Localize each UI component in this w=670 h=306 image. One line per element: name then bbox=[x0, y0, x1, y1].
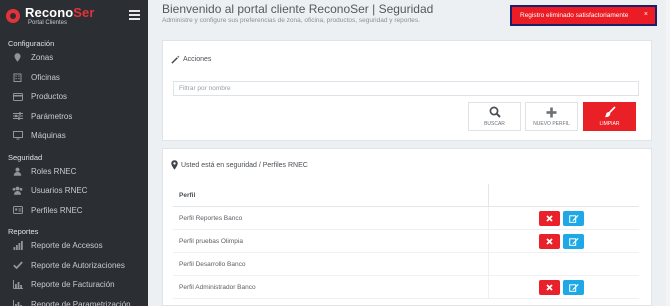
sidebar-item-label: Usuarios RNEC bbox=[31, 186, 88, 196]
profile-name: Perfil pruebas Olimpia bbox=[179, 237, 243, 245]
main-content: Bienvenido al portal cliente ReconoSer |… bbox=[148, 0, 670, 306]
filter-by-name-input[interactable]: Filtrar por nombre bbox=[173, 81, 639, 96]
reconoser-logo-icon bbox=[6, 9, 20, 23]
signal-icon bbox=[12, 241, 23, 251]
profiles-card-header: Usted está en seguridad / Perfiles RNEC bbox=[171, 160, 308, 170]
sidebar-item-label: Roles RNEC bbox=[31, 166, 77, 176]
building-icon bbox=[12, 73, 23, 82]
profile-name: Perfil Administrador Banco bbox=[179, 283, 256, 291]
table-header: Perfil bbox=[173, 184, 639, 207]
sidebar: ReconoSer Portal Clientes Configuración Z… bbox=[0, 0, 148, 306]
plus-icon bbox=[546, 106, 557, 118]
delete-button[interactable] bbox=[539, 234, 560, 249]
edit-icon bbox=[568, 238, 579, 246]
sidebar-item-label: Máquinas bbox=[31, 131, 66, 141]
table-row: Perfil Reportes Banco bbox=[173, 207, 639, 230]
sidebar-item-label: Zonas bbox=[31, 53, 54, 63]
sidebar-item[interactable]: Zonas bbox=[0, 48, 148, 68]
search-icon bbox=[489, 106, 501, 118]
sidebar-section-header: Reportes bbox=[8, 227, 39, 236]
sidebar-item[interactable]: Roles RNEC bbox=[0, 162, 148, 182]
delete-button[interactable] bbox=[539, 211, 560, 226]
edit-button[interactable] bbox=[563, 234, 584, 249]
sidebar-item-label: Reporte de Autorizaciones bbox=[31, 260, 125, 270]
sidebar-item[interactable]: Parámetros bbox=[0, 107, 148, 127]
sidebar-item[interactable]: Reporte de Accesos bbox=[0, 236, 148, 256]
sidebar-item-label: Perfiles RNEC bbox=[31, 205, 83, 215]
monitor-icon bbox=[12, 131, 23, 140]
brush-icon bbox=[604, 106, 616, 118]
clear-button-label: LIMPIAR bbox=[599, 121, 620, 127]
actions-card-header: Acciones bbox=[171, 55, 211, 64]
sidebar-item[interactable]: Reporte de Facturación bbox=[0, 275, 148, 295]
menu-toggle-icon[interactable] bbox=[129, 10, 140, 20]
search-button[interactable]: BUSCAR bbox=[468, 102, 521, 131]
brand-name: ReconoSer bbox=[25, 5, 95, 20]
brand-subtitle: Portal Clientes bbox=[28, 20, 68, 26]
sidebar-item[interactable]: Máquinas bbox=[0, 126, 148, 146]
success-toast: Registro eliminado satisfactoriamente × bbox=[510, 5, 657, 26]
sidebar-section-header: Configuración bbox=[8, 39, 55, 48]
users-icon bbox=[12, 186, 23, 196]
clear-button[interactable]: LIMPIAR bbox=[583, 102, 636, 131]
table-row: Perfil Administrador Banco bbox=[173, 276, 639, 299]
edit-icon bbox=[568, 215, 579, 223]
edit-button[interactable] bbox=[563, 280, 584, 295]
user-icon bbox=[12, 167, 23, 176]
sidebar-item-label: Productos bbox=[31, 92, 68, 102]
card-icon bbox=[12, 92, 23, 101]
close-icon bbox=[546, 238, 553, 245]
sliders-icon bbox=[12, 112, 23, 120]
page-title: Bienvenido al portal cliente ReconoSer |… bbox=[162, 2, 434, 16]
map-marker-icon bbox=[171, 160, 178, 170]
check-icon bbox=[12, 261, 23, 270]
profile-name: Perfil Reportes Banco bbox=[179, 214, 243, 222]
sidebar-nav: Configuración Zonas Oficinas Productos Parám… bbox=[0, 34, 148, 306]
close-icon bbox=[546, 215, 553, 222]
toast-message: Registro eliminado satisfactoriamente bbox=[520, 12, 629, 19]
id-card-icon bbox=[12, 206, 23, 215]
column-header-profile: Perfil bbox=[179, 191, 196, 199]
profiles-card: Usted está en seguridad / Perfiles RNEC … bbox=[162, 148, 652, 306]
delete-button[interactable] bbox=[539, 280, 560, 295]
sidebar-item[interactable]: Perfiles RNEC bbox=[0, 201, 148, 221]
new-profile-button-label: NUEVO PERFIL bbox=[533, 121, 570, 127]
bar-chart-icon bbox=[12, 299, 23, 306]
actions-card: Acciones Filtrar por nombre BUSCAR NUEVO… bbox=[162, 40, 652, 141]
sidebar-section-header: Seguridad bbox=[8, 152, 43, 162]
breadcrumb: Usted está en seguridad / Perfiles RNEC bbox=[181, 161, 308, 169]
sidebar-item-label: Reporte de Accesos bbox=[31, 241, 103, 251]
brand: ReconoSer Portal Clientes bbox=[0, 0, 148, 32]
search-button-label: BUSCAR bbox=[484, 121, 505, 127]
map-pin-icon bbox=[12, 53, 23, 62]
sidebar-item[interactable]: Usuarios RNEC bbox=[0, 181, 148, 201]
profile-name: Perfil Desarrollo Banco bbox=[179, 260, 246, 268]
scrollbar[interactable] bbox=[666, 0, 670, 306]
sidebar-item-label: Oficinas bbox=[31, 72, 60, 82]
profiles-table: Perfil Perfil Reportes Banco Perfil prueb… bbox=[173, 184, 639, 299]
page-subtitle: Administre y configure sus preferencias … bbox=[162, 17, 420, 24]
sidebar-item[interactable]: Reporte de Parametrización bbox=[0, 295, 148, 306]
new-profile-button[interactable]: NUEVO PERFIL bbox=[525, 102, 578, 131]
close-icon bbox=[546, 284, 553, 291]
sidebar-item-label: Reporte de Facturación bbox=[31, 280, 115, 290]
edit-button[interactable] bbox=[563, 211, 584, 226]
sidebar-item-label: Parámetros bbox=[31, 111, 73, 121]
sidebar-item[interactable]: Productos bbox=[0, 87, 148, 107]
edit-icon bbox=[568, 284, 579, 292]
sidebar-item-label: Reporte de Parametrización bbox=[31, 299, 131, 306]
sidebar-item[interactable]: Reporte de Autorizaciones bbox=[0, 256, 148, 276]
table-row: Perfil pruebas Olimpia bbox=[173, 230, 639, 253]
magic-wand-icon bbox=[171, 55, 180, 64]
sidebar-item[interactable]: Oficinas bbox=[0, 68, 148, 88]
toast-close-icon[interactable]: × bbox=[644, 11, 648, 18]
bar-chart-icon bbox=[12, 280, 23, 290]
table-row: Perfil Desarrollo Banco bbox=[173, 253, 639, 276]
actions-title: Acciones bbox=[183, 56, 212, 63]
